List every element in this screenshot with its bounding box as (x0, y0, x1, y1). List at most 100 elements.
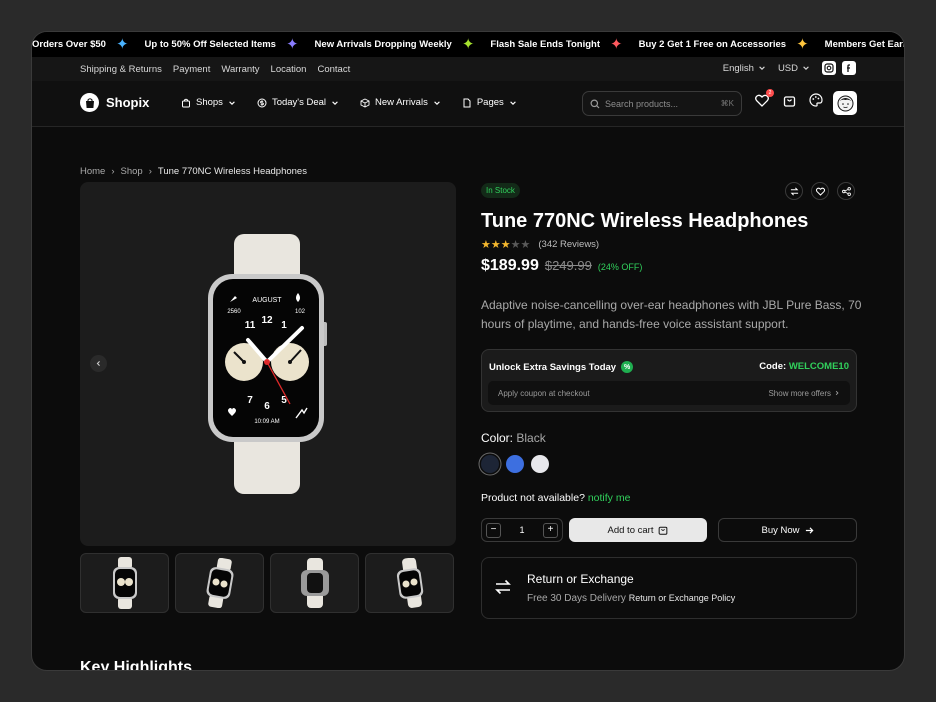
shopping-bag-icon (80, 93, 99, 112)
coupon-heading: Unlock Extra Savings Today (489, 361, 617, 373)
color-swatch-1[interactable] (481, 455, 499, 473)
currency-select[interactable]: USD (778, 63, 810, 74)
product-title: Tune 770NC Wireless Headphones (481, 210, 809, 232)
discount-label: (24% OFF) (597, 262, 643, 272)
language-select[interactable]: English (723, 63, 766, 74)
add-to-wishlist-button[interactable] (811, 182, 829, 200)
coupon-code-label: Code: (759, 361, 787, 372)
add-to-cart-button[interactable]: Add to cart (569, 518, 707, 542)
show-more-offers-link[interactable]: Show more offers (768, 389, 840, 398)
exchange-arrows-icon (495, 579, 511, 595)
watch-time-label: 10:09 AM (254, 419, 279, 425)
wishlist-button[interactable]: 2 (755, 89, 774, 107)
cart-icon (659, 526, 668, 535)
search-shortcut: ⌘K (720, 99, 734, 108)
primary-menu: Shops Today's Deal New Arrivals Pages (181, 97, 517, 108)
thumbnail-3[interactable] (270, 553, 359, 613)
menu-item-shops[interactable]: Shops (181, 97, 236, 108)
smartwatch-image: AUGUST 2560 102 11 12 1 765 10:09 AM (208, 234, 327, 494)
main-nav: Shopix Shops Today's Deal New Arrivals Page… (32, 81, 904, 127)
cart-button[interactable] (782, 93, 796, 107)
utility-link[interactable]: Warranty (221, 64, 259, 75)
dollar-icon (257, 98, 267, 107)
facebook-icon[interactable] (842, 61, 856, 75)
brand-logo[interactable]: Shopix (80, 93, 149, 112)
watch-steps-label: 2560 (227, 309, 241, 315)
search-box[interactable]: Search products... ⌘K (582, 91, 742, 116)
color-swatch-2[interactable] (506, 455, 524, 473)
svg-text:7: 7 (247, 395, 253, 406)
ticker-item: Orders Over $50 ✦ (32, 36, 129, 53)
stock-badge: In Stock (481, 183, 520, 198)
share-button[interactable] (837, 182, 855, 200)
key-highlights-heading: Key Highlights (80, 659, 193, 671)
buy-now-button[interactable]: Buy Now (718, 518, 857, 542)
breadcrumb-current: Tune 770NC Wireless Headphones (157, 166, 307, 177)
product-description: Adaptive noise-cancelling over-ear headp… (481, 298, 862, 331)
thumbnail-4[interactable] (365, 553, 454, 613)
svg-text:12: 12 (261, 315, 273, 326)
star-filled-icon: ★ (481, 239, 491, 251)
quantity-stepper: − 1 + (481, 518, 563, 542)
price-row: $189.99 $249.99 (24% OFF) (481, 257, 642, 275)
thumbnail-2[interactable] (175, 553, 264, 613)
return-title: Return or Exchange (527, 572, 634, 586)
cart-icon (783, 95, 795, 107)
ticker-item: Up to 50% Off Selected Items ✦ (144, 36, 299, 53)
availability-row: Product not available? notify me (481, 492, 631, 504)
utility-link[interactable]: Contact (317, 64, 350, 75)
menu-item-today-s-deal[interactable]: Today's Deal (257, 97, 339, 108)
coupon-hint: Apply coupon at checkout (498, 388, 590, 398)
breadcrumb-link[interactable]: Shop (121, 166, 143, 177)
palette-icon (809, 93, 823, 107)
previous-image-button[interactable] (90, 355, 107, 372)
return-exchange-card: Return or Exchange Free 30 Days Delivery… (481, 557, 857, 619)
utility-link[interactable]: Location (271, 64, 307, 75)
utility-link[interactable]: Payment (173, 64, 211, 75)
increase-quantity-button[interactable]: + (542, 522, 558, 538)
ticker-item: Buy 2 Get 1 Free on Accessories ✦ (638, 36, 809, 53)
decrease-quantity-button[interactable]: − (486, 522, 501, 538)
search-input[interactable]: Search products... (605, 99, 678, 109)
menu-item-pages[interactable]: Pages (462, 97, 517, 108)
ticker-item: Flash Sale Ends Tonight ✦ (490, 36, 623, 53)
promo-ticker: Orders Over $50 ✦ Up to 50% Off Selected I… (32, 32, 904, 57)
user-avatar[interactable] (833, 91, 857, 115)
thumbnail-1[interactable] (80, 553, 169, 613)
return-policy-link[interactable]: Return or Exchange Policy (629, 593, 736, 603)
ticker-item: Members Get Early Access✦ (824, 39, 904, 50)
wishlist-count-badge: 2 (766, 89, 774, 97)
theme-button[interactable] (809, 93, 823, 107)
review-count[interactable]: (342 Reviews) (538, 239, 599, 250)
search-icon (590, 99, 600, 108)
menu-item-new-arrivals[interactable]: New Arrivals (360, 97, 441, 108)
sparkle-icon: ✦ (285, 36, 299, 53)
chevron-left-icon (96, 361, 100, 366)
compare-button[interactable] (785, 182, 803, 200)
heart-icon (815, 187, 825, 196)
notify-me-link[interactable]: notify me (588, 492, 631, 504)
bag-icon (182, 98, 190, 107)
chevron-right-icon: › (148, 166, 152, 177)
color-swatches (481, 455, 549, 473)
utility-link[interactable]: Shipping & Returns (80, 64, 162, 75)
page-icon (463, 98, 471, 107)
coupon-code[interactable]: WELCOME10 (789, 361, 849, 372)
arrow-right-icon (805, 526, 813, 534)
avatar-icon (837, 95, 853, 111)
color-swatch-3[interactable] (531, 455, 549, 473)
thumbnail-strip (80, 553, 454, 613)
ticker-item: New Arrivals Dropping Weekly ✦ (314, 36, 475, 53)
return-subtitle: Free 30 Days Delivery (527, 593, 626, 604)
breadcrumb: Home › Shop › Tune 770NC Wireless Headphones (80, 166, 307, 177)
quantity-value[interactable]: 1 (519, 525, 524, 535)
instagram-icon[interactable] (822, 61, 836, 75)
star-filled-icon: ★ (500, 239, 511, 251)
chevron-right-icon: › (111, 166, 115, 177)
star-empty-icon: ★ (520, 239, 531, 251)
product-main-image: AUGUST 2560 102 11 12 1 765 10:09 AM (80, 182, 456, 546)
svg-text:11: 11 (245, 320, 256, 331)
chevron-right-icon (835, 390, 839, 396)
chevron-down-icon (434, 100, 440, 105)
breadcrumb-link[interactable]: Home (80, 166, 105, 177)
